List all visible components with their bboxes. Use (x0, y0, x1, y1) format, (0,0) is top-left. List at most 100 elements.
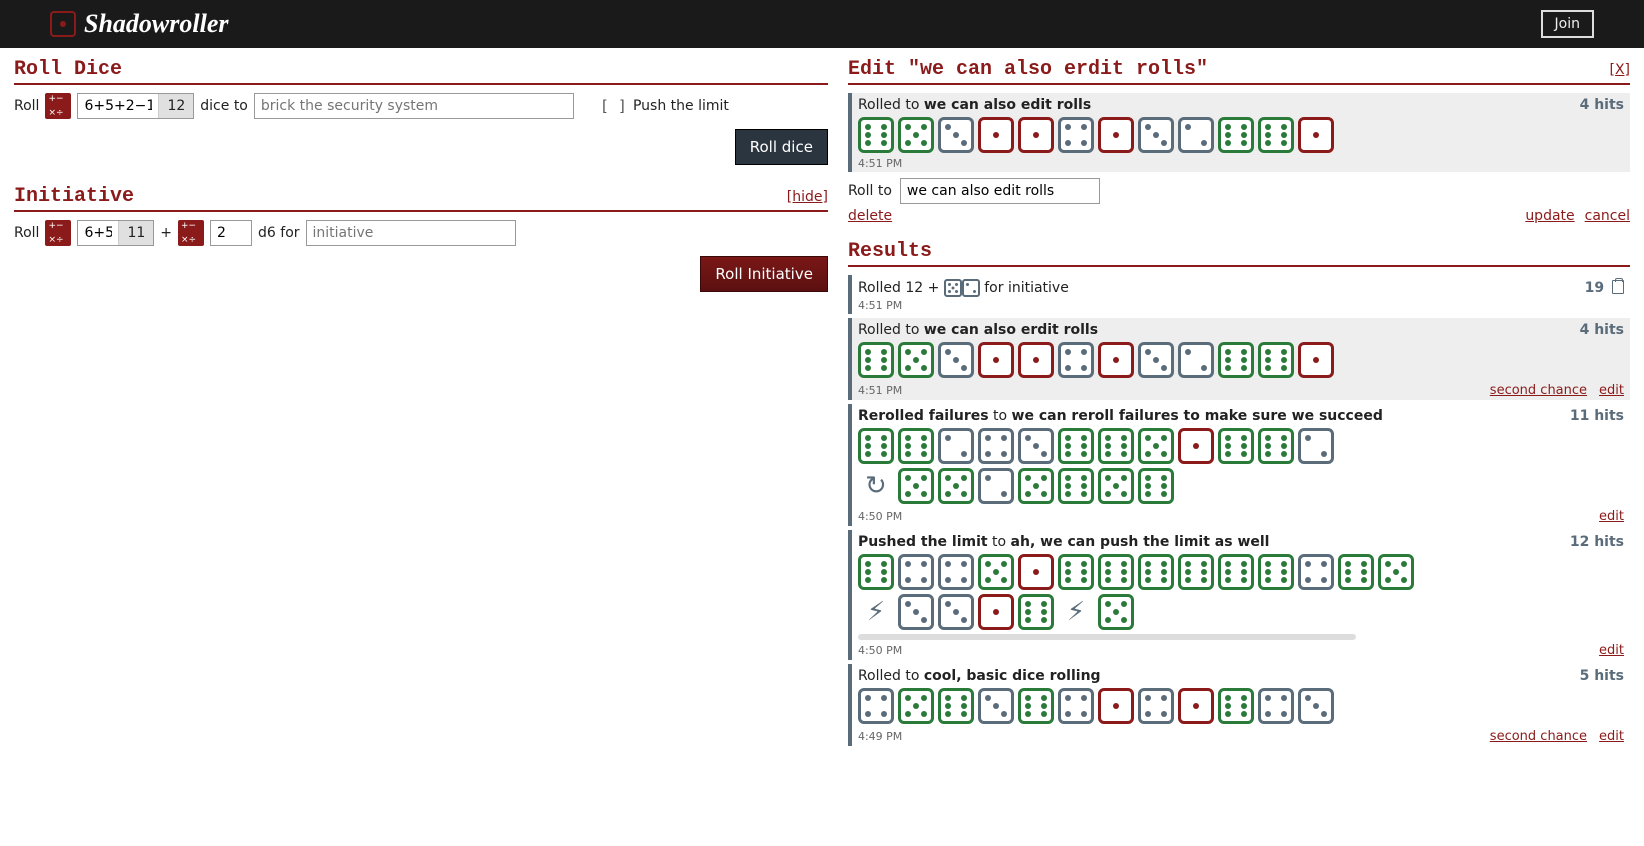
dice-row (858, 428, 1624, 464)
app-header: Shadowroller Join (0, 0, 1644, 48)
die-6 (1258, 554, 1294, 590)
edit-card-title: we can also edit rolls (924, 97, 1091, 113)
die-3 (1138, 342, 1174, 378)
calculator-icon[interactable] (178, 220, 204, 246)
result-card: Rolled to cool, basic dice rolling5 hits… (848, 664, 1630, 746)
ini-dice-field[interactable] (211, 221, 251, 245)
ini-base-field[interactable] (78, 221, 118, 245)
die-5 (1378, 554, 1414, 590)
edit-link[interactable]: edit (1599, 509, 1624, 524)
ini-base-result: 11 (118, 221, 153, 245)
ini-base-input: 11 (77, 220, 154, 246)
result-time: 4:49 PM (858, 730, 902, 743)
die-3 (898, 594, 934, 630)
die-1 (1098, 117, 1134, 153)
result-card: Pushed the limit to ah, we can push the … (848, 530, 1630, 660)
result-description: Rolled 12 + for initiative (858, 279, 1577, 297)
edit-link[interactable]: edit (1599, 383, 1624, 398)
cancel-link[interactable]: cancel (1585, 208, 1630, 224)
ini-dice-input (210, 220, 252, 246)
dice-row (858, 554, 1624, 590)
result-card: Rolled 12 + for initiative19 4:51 PM (848, 275, 1630, 314)
roll-initiative-button[interactable]: Roll Initiative (700, 256, 828, 292)
bolt-icon: ⚡ (858, 594, 894, 630)
edit-section: Edit "we can also erdit rolls" [X] Rolle… (848, 58, 1630, 230)
die-4 (1058, 342, 1094, 378)
edit-title: Edit "we can also erdit rolls" [X] (848, 58, 1630, 85)
die-1 (1298, 342, 1334, 378)
die-5 (898, 688, 934, 724)
die-1 (978, 342, 1014, 378)
result-time: 4:51 PM (858, 384, 902, 397)
die-5 (1138, 428, 1174, 464)
calculator-icon[interactable] (45, 93, 71, 119)
roll-dice-title: Roll Dice (14, 58, 828, 85)
die-6 (1018, 594, 1054, 630)
hide-initiative-link[interactable]: [hide] (787, 189, 828, 205)
die-5 (898, 117, 934, 153)
die-2 (962, 279, 980, 297)
die-3 (1138, 117, 1174, 153)
roll-title-input[interactable] (254, 93, 574, 119)
calculator-icon[interactable] (45, 220, 71, 246)
die-6 (1218, 428, 1254, 464)
roll-dice-title-text: Roll Dice (14, 58, 122, 81)
die-5 (1098, 468, 1134, 504)
die-6 (1218, 117, 1254, 153)
die-4 (898, 554, 934, 590)
join-button[interactable]: Join (1541, 10, 1594, 38)
initiative-title-text: Initiative (14, 185, 134, 208)
die-1 (1018, 117, 1054, 153)
die-4 (1298, 554, 1334, 590)
horizontal-scrollbar[interactable] (858, 634, 1624, 640)
update-link[interactable]: update (1525, 208, 1574, 224)
results-list: Rolled 12 + for initiative19 4:51 PMRoll… (848, 275, 1630, 746)
edit-link[interactable]: edit (1599, 729, 1624, 744)
die-1 (1098, 342, 1134, 378)
die-6 (1218, 342, 1254, 378)
die-3 (938, 342, 974, 378)
die-3 (1018, 428, 1054, 464)
results-title-text: Results (848, 240, 932, 263)
result-description: Rerolled failures to we can reroll failu… (858, 408, 1562, 424)
edit-link[interactable]: edit (1599, 643, 1624, 658)
dice-row (858, 688, 1624, 724)
roll-dice-button[interactable]: Roll dice (735, 129, 828, 165)
second-chance-link[interactable]: second chance (1490, 729, 1587, 744)
dice-to-label: dice to (200, 98, 248, 114)
edit-card-prefix: Rolled to (858, 97, 924, 113)
push-limit-label: Push the limit (633, 98, 729, 114)
push-limit-checkbox[interactable]: [ ] (600, 97, 627, 115)
roll-to-input[interactable] (900, 178, 1100, 204)
result-time: 4:50 PM (858, 644, 902, 657)
result-card: Rolled to we can also erdit rolls4 hits4… (848, 318, 1630, 400)
ini-roll-label: Roll (14, 225, 39, 241)
die-4 (1258, 688, 1294, 724)
die-4 (1138, 688, 1174, 724)
roll-label: Roll (14, 98, 39, 114)
dice-row: ⚡⚡ (858, 594, 1624, 630)
die-6 (1258, 117, 1294, 153)
result-description: Pushed the limit to ah, we can push the … (858, 534, 1562, 550)
delete-link[interactable]: delete (848, 208, 892, 224)
die-4 (978, 428, 1014, 464)
dice-expr-field[interactable] (78, 94, 158, 118)
die-5 (1098, 594, 1134, 630)
die-6 (1058, 428, 1094, 464)
die-2 (978, 468, 1014, 504)
die-1 (1018, 554, 1054, 590)
ini-title-input[interactable] (306, 220, 516, 246)
close-edit-link[interactable]: [X] (1609, 62, 1630, 78)
results-section: Results Rolled 12 + for initiative19 4:5… (848, 240, 1630, 750)
second-chance-link[interactable]: second chance (1490, 383, 1587, 398)
die-5 (938, 468, 974, 504)
result-time: 4:51 PM (858, 299, 902, 312)
roll-dice-section: Roll Dice Roll 12 dice to [ ] Push the l… (14, 58, 828, 165)
die-5 (978, 554, 1014, 590)
results-title: Results (848, 240, 1630, 267)
app-title: Shadowroller (84, 9, 229, 39)
die-3 (978, 688, 1014, 724)
edit-card-hits: 4 hits (1580, 97, 1624, 113)
die-6 (858, 117, 894, 153)
clipboard-icon[interactable] (1612, 280, 1624, 294)
